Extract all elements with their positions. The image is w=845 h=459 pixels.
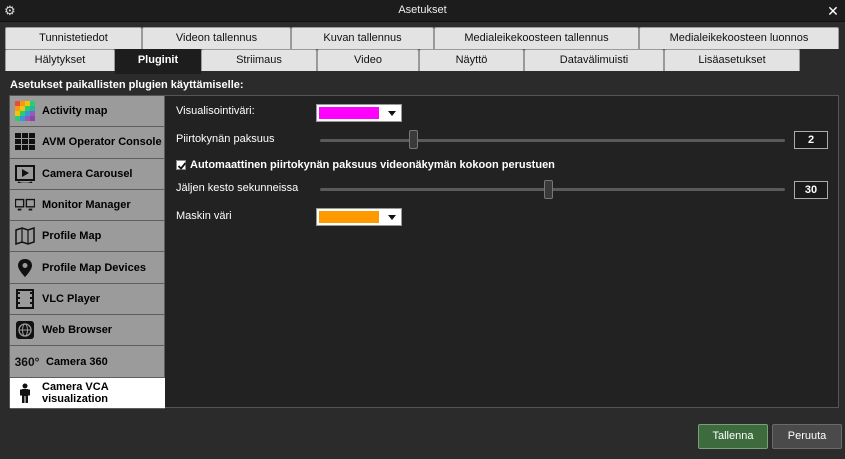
chevron-down-icon xyxy=(388,215,396,220)
mask-color-swatch xyxy=(319,211,379,223)
visualization-color-swatch xyxy=(319,107,379,119)
tab-kuvan-tallennus[interactable]: Kuvan tallennus xyxy=(291,27,434,49)
tab-medialeikekoosteen-luonnos[interactable]: Medialeikekoosteen luonnos xyxy=(639,27,839,49)
section-label: Asetukset paikallisten plugien käyttämis… xyxy=(10,79,244,91)
tab-lisaasetukset[interactable]: Lisäasetukset xyxy=(664,49,800,71)
tab-row-bottom: Hälytykset Pluginit Striimaus Video Näyt… xyxy=(5,49,800,74)
plugin-label: AVM Operator Console xyxy=(42,136,162,149)
tab-naytto[interactable]: Näyttö xyxy=(419,49,524,71)
plugin-label: VLC Player xyxy=(42,292,101,305)
tab-pluginit[interactable]: Pluginit xyxy=(115,49,201,74)
visualization-color-label: Visualisointiväri: xyxy=(176,105,255,117)
plugin-item-camera-vca-visualization[interactable]: Camera VCA visualization xyxy=(10,377,165,409)
plugin-list: Activity map AVM Operator Console Camera… xyxy=(10,96,165,409)
chevron-down-icon xyxy=(388,111,396,116)
map-pin-icon xyxy=(15,258,35,278)
title-bar: ⚙ Asetukset ✕ xyxy=(0,0,845,22)
auto-thickness-checkbox[interactable] xyxy=(176,160,187,170)
monitors-icon xyxy=(15,195,35,215)
tab-tunnistetiedot[interactable]: Tunnistetiedot xyxy=(5,27,142,49)
person-icon xyxy=(15,383,35,403)
mask-color-select[interactable] xyxy=(316,208,402,226)
tab-medialeikekoosteen-tallennus[interactable]: Medialeikekoosteen tallennus xyxy=(434,27,639,49)
vca-settings: Visualisointiväri: Piirtokynän paksuus 2… xyxy=(165,96,838,407)
activity-map-icon xyxy=(15,101,35,122)
mask-color-label: Maskin väri xyxy=(176,210,232,222)
close-button[interactable]: ✕ xyxy=(825,2,841,20)
tab-row-top: Tunnistetiedot Videon tallennus Kuvan ta… xyxy=(5,27,839,49)
plugin-item-avm-operator-console[interactable]: AVM Operator Console xyxy=(10,127,165,159)
tab-striimaus[interactable]: Striimaus xyxy=(201,49,317,71)
plugin-label: Activity map xyxy=(42,105,108,118)
plugin-label: Camera Carousel xyxy=(42,167,133,180)
tab-halytykset[interactable]: Hälytykset xyxy=(5,49,115,71)
plugin-item-monitor-manager[interactable]: Monitor Manager xyxy=(10,189,165,222)
pen-thickness-value[interactable]: 2 xyxy=(794,131,828,149)
pen-thickness-label: Piirtokynän paksuus xyxy=(176,133,275,145)
globe-icon xyxy=(15,320,35,340)
plugin-label: Monitor Manager xyxy=(42,199,131,212)
auto-thickness-label: Automaattinen piirtokynän paksuus videon… xyxy=(190,159,555,171)
plugin-item-profile-map[interactable]: Profile Map xyxy=(10,221,165,253)
plugin-label: Profile Map Devices xyxy=(42,261,146,274)
trail-duration-value[interactable]: 30 xyxy=(794,181,828,199)
plugin-settings-panel: Activity map AVM Operator Console Camera… xyxy=(9,95,839,409)
cancel-button[interactable]: Peruuta xyxy=(772,424,842,449)
plugin-label: Camera 360 xyxy=(46,355,108,368)
plugin-label: Profile Map xyxy=(42,230,102,243)
pen-thickness-slider-track[interactable] xyxy=(320,139,785,142)
camera-360-icon: 360° xyxy=(14,354,40,369)
tab-video[interactable]: Video xyxy=(317,49,419,71)
trail-duration-label: Jäljen kesto sekunneissa xyxy=(176,182,299,194)
grid-console-icon xyxy=(15,132,35,152)
tab-datavalimuisti[interactable]: Datavälimuisti xyxy=(524,49,664,71)
save-button[interactable]: Tallenna xyxy=(698,424,768,449)
carousel-icon xyxy=(15,164,35,184)
plugin-item-vlc-player[interactable]: VLC Player xyxy=(10,283,165,316)
plugin-item-activity-map[interactable]: Activity map xyxy=(10,96,165,128)
plugin-item-camera-360[interactable]: 360° Camera 360 xyxy=(10,346,165,378)
window-title: Asetukset xyxy=(398,4,447,16)
tab-videon-tallennus[interactable]: Videon tallennus xyxy=(142,27,291,49)
map-icon xyxy=(15,226,35,246)
plugin-item-camera-carousel[interactable]: Camera Carousel xyxy=(10,158,165,190)
film-icon xyxy=(15,288,35,309)
plugin-item-web-browser[interactable]: Web Browser xyxy=(10,315,165,347)
pen-thickness-slider-handle[interactable] xyxy=(409,130,418,149)
plugin-label: Web Browser xyxy=(42,324,113,337)
trail-duration-slider-handle[interactable] xyxy=(543,180,553,199)
plugin-item-profile-map-devices[interactable]: Profile Map Devices xyxy=(10,252,165,284)
plugin-label: Camera VCA visualization xyxy=(42,380,109,405)
visualization-color-select[interactable] xyxy=(316,104,402,122)
